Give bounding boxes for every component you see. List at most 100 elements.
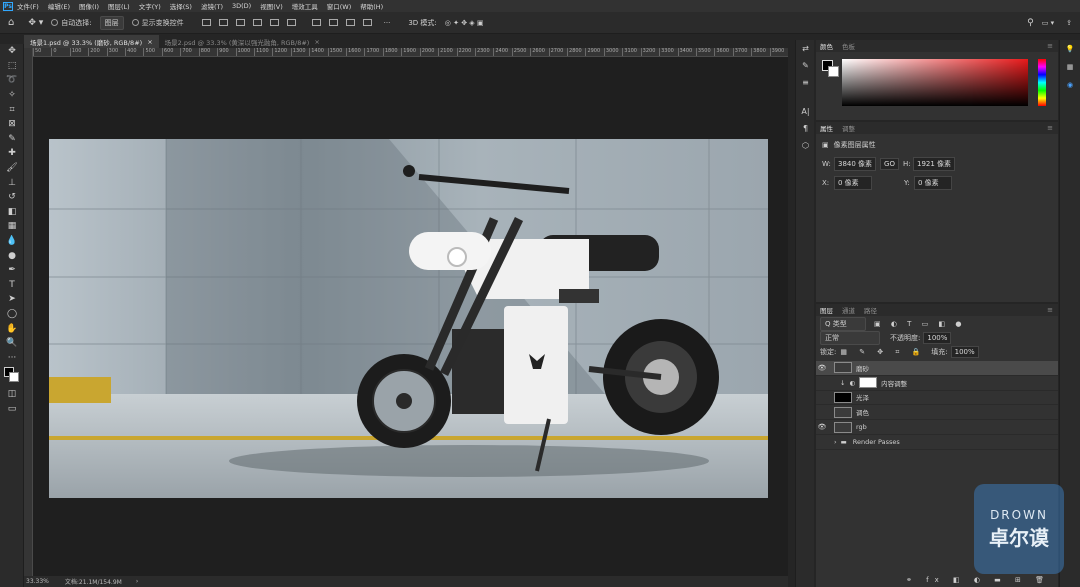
search-icon[interactable]: ⚲ [1027,18,1034,28]
distribute-4-icon[interactable] [362,19,372,26]
eyedropper-icon[interactable]: ✎ [0,132,24,147]
lock-icons[interactable]: ▦ ✎ ✥ ⌗ 🔒 [840,348,925,357]
visibility-eye-icon[interactable]: 👁 [816,423,828,431]
stamp-tool-icon[interactable]: ⊥ [0,175,24,190]
zoom-tool-icon[interactable]: 🔍 [0,336,24,351]
menu-filter[interactable]: 滤镜(T) [201,1,223,11]
layer-row[interactable]: 👁 rgb [816,420,1058,435]
menu-window[interactable]: 窗口(W) [327,1,352,11]
align-middle-icon[interactable] [269,19,279,26]
menu-type[interactable]: 文字(Y) [139,1,161,11]
discover-icon[interactable]: ◉ [1060,76,1080,94]
eraser-icon[interactable]: ◧ [0,205,24,220]
tab-swatches[interactable]: 色板 [842,41,855,51]
y-field[interactable]: 0 像素 [914,176,952,190]
hand-tool-icon[interactable]: ✋ [0,321,24,336]
more-options-icon[interactable]: ··· [384,19,391,27]
tab-properties[interactable]: 属性 [820,123,833,133]
close-icon[interactable]: × [314,38,319,46]
move-tool-icon[interactable]: ✥ ▾ [28,18,43,28]
status-arrow-icon[interactable]: › [136,578,138,585]
canvas-image[interactable] [49,139,768,498]
learn-icon[interactable]: 💡 [1060,40,1080,58]
layer-row[interactable]: 光泽 [816,391,1058,406]
menu-select[interactable]: 选择(S) [170,1,192,11]
align-top-icon[interactable] [252,19,262,26]
history-icon[interactable]: ⇄ [796,40,815,57]
hue-slider[interactable] [1038,59,1046,106]
menu-file[interactable]: 文件(F) [17,1,39,11]
more-tools-icon[interactable]: ··· [0,350,24,365]
panel-menu-icon[interactable]: ≡ [1047,42,1053,50]
paragraph-icon[interactable]: ¶ [796,120,815,137]
move-tool-icon[interactable]: ✥ [0,44,24,59]
fill-field[interactable]: 100% [950,346,979,358]
libraries-icon[interactable]: ▦ [1060,58,1080,76]
width-field[interactable]: 3840 像素 [834,157,877,171]
blend-mode-dropdown[interactable]: 正常 [820,331,880,345]
tab-paths[interactable]: 路径 [864,305,877,315]
panel-menu-icon[interactable]: ≡ [1047,306,1053,314]
distribute-2-icon[interactable] [328,19,338,26]
layer-row[interactable]: ↓ ◐ 内容调整 [816,376,1058,391]
align-right-icon[interactable] [235,19,245,26]
align-icons[interactable] [198,19,300,26]
home-icon[interactable]: ⌂ [8,17,14,28]
layer-row[interactable]: 👁 磨砂 [816,361,1058,376]
pen-tool-icon[interactable]: ✒ [0,263,24,278]
menu-edit[interactable]: 编辑(E) [48,1,70,11]
filter-icons[interactable]: ▣ ◐ T ▭ ◧ ● [874,320,965,328]
crop-tool-icon[interactable]: ⌗ [0,102,24,117]
magic-wand-icon[interactable]: ✧ [0,88,24,103]
gradient-icon[interactable]: ▦ [0,219,24,234]
link-icon[interactable]: GO [880,158,899,170]
brush-tool-icon[interactable]: 🖌 [0,161,24,176]
3d-icon[interactable]: ⬡ [796,137,815,154]
color-field[interactable] [842,59,1028,106]
height-field[interactable]: 1921 像素 [912,157,956,171]
expand-arrow-icon[interactable]: › [834,438,837,446]
distribute-1-icon[interactable] [311,19,321,26]
menu-view[interactable]: 视图(V) [260,1,283,11]
panel-menu-icon[interactable]: ≡ [1047,124,1053,132]
align-bottom-icon[interactable] [286,19,296,26]
layer-filter-dropdown[interactable]: Q 类型 [820,316,866,331]
x-field[interactable]: 0 像素 [834,176,872,190]
dodge-tool-icon[interactable]: ● [0,248,24,263]
tab-doc-1[interactable]: 场景1.psd @ 33.3% (磨砂, RGB/8#) × [24,35,159,48]
workspace-icon[interactable]: ▭ ▾ [1042,19,1054,27]
quick-mask-icon[interactable]: ◫ [0,387,24,402]
align-left-icon[interactable] [201,19,211,26]
menu-plugins[interactable]: 增效工具 [292,1,318,11]
distribute-icons[interactable] [308,19,376,26]
align-center-icon[interactable] [218,19,228,26]
distribute-3-icon[interactable] [345,19,355,26]
menu-help[interactable]: 帮助(H) [360,1,383,11]
opacity-field[interactable]: 100% [923,332,952,344]
share-icon[interactable]: ⇪ [1066,19,1072,27]
fg-bg-swatch[interactable] [822,60,840,78]
layer-footer-icons[interactable]: ⚭ fx ◧ ◐ ▬ ⊞ 🗑 [906,576,1050,584]
lasso-tool-icon[interactable]: ➰ [0,73,24,88]
character-icon[interactable]: A| [796,103,815,120]
auto-select-checkbox[interactable]: 自动选择: [51,18,92,28]
brush-settings-icon[interactable]: ✎ [796,57,815,74]
zoom-level[interactable]: 33.33% [26,578,49,585]
show-transform-checkbox[interactable]: 显示变换控件 [131,18,184,28]
tab-doc-2[interactable]: 场景2.psd @ 33.3% (黄深以强光融角, RGB/8#) × [159,35,326,48]
screen-mode-icon[interactable]: ▭ [0,402,24,417]
tab-color[interactable]: 颜色 [820,41,833,51]
blur-tool-icon[interactable]: 💧 [0,234,24,249]
healing-brush-icon[interactable]: ✚ [0,146,24,161]
auto-select-dropdown[interactable]: 图层 [99,15,124,30]
adjust-icon[interactable]: ≡ [796,74,815,91]
tab-layers[interactable]: 图层 [820,305,833,315]
type-tool-icon[interactable]: T [0,278,24,293]
menu-image[interactable]: 图像(I) [79,1,99,11]
tab-adjustments[interactable]: 调整 [842,123,855,133]
layer-row[interactable]: › ▬ Render Passes [816,435,1058,450]
marquee-tool-icon[interactable]: ⬚ [0,59,24,74]
close-icon[interactable]: × [147,38,152,46]
menu-3d[interactable]: 3D(D) [232,2,251,10]
tab-channels[interactable]: 通道 [842,305,855,315]
